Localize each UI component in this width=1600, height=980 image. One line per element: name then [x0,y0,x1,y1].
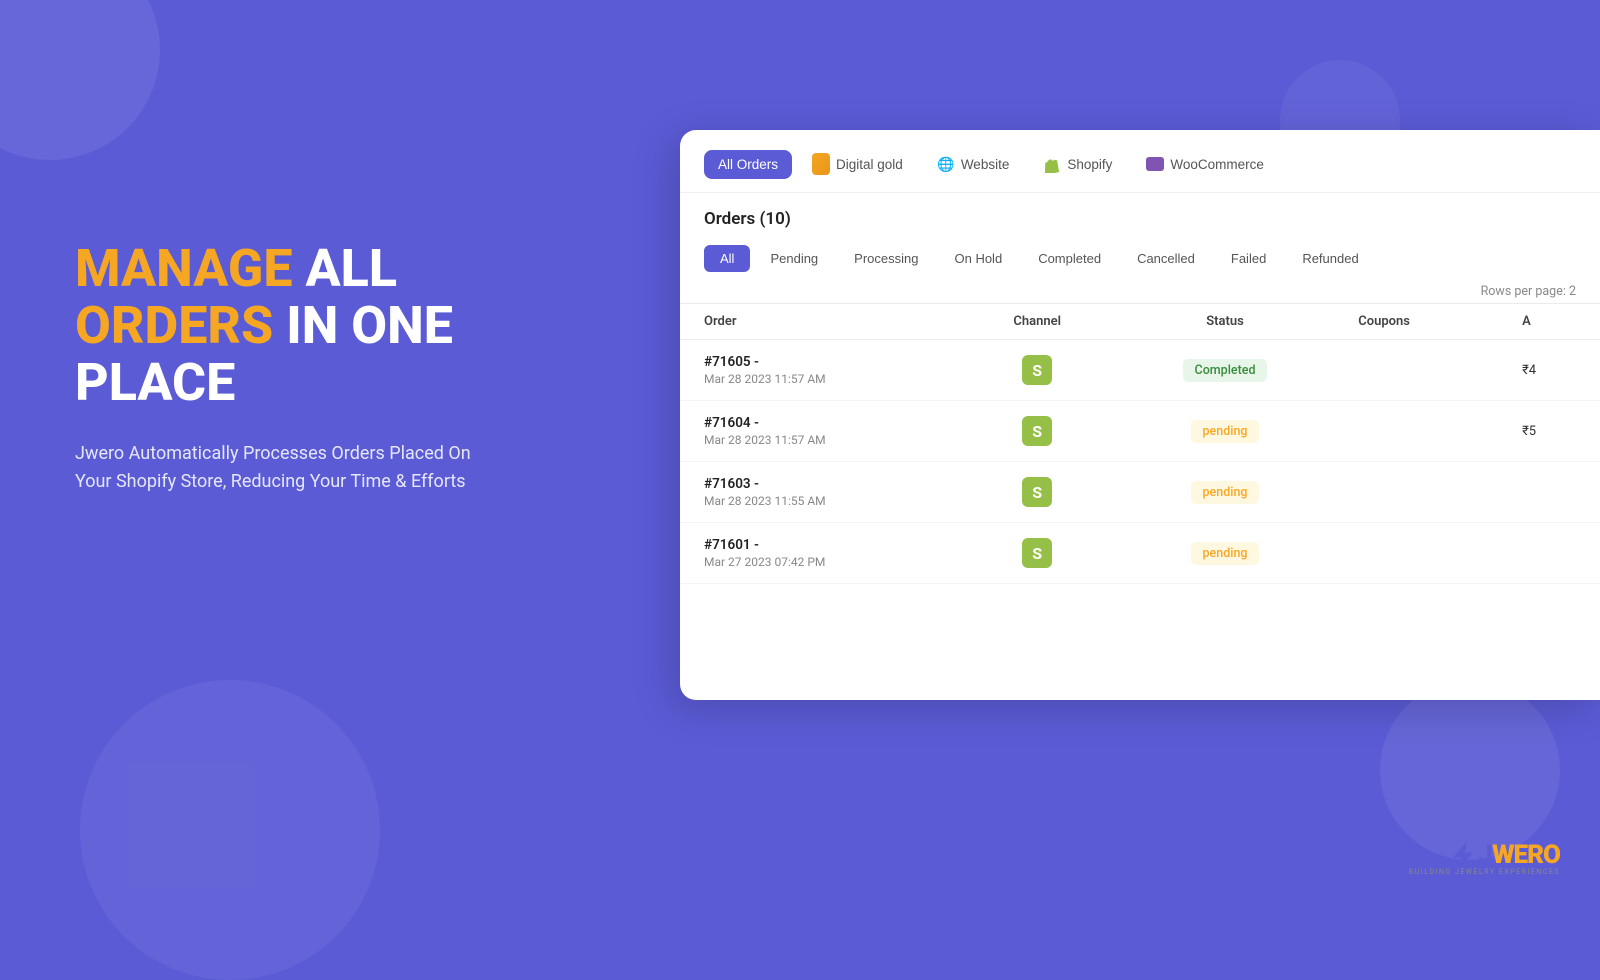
channel-tabs: All Orders Digital gold 🌐 Website Shopif… [680,130,1600,193]
status-tab-processing[interactable]: Processing [838,245,934,272]
status-cell: pending [1116,523,1334,584]
tab-shopify-label: Shopify [1067,157,1112,172]
tab-shopify[interactable]: Shopify [1029,148,1126,180]
coupons-cell [1334,462,1498,523]
table-row[interactable]: #71603 - Mar 28 2023 11:55 AM Spending [680,462,1600,523]
orders-table: Order Channel Status Coupons A #71605 - M… [680,303,1600,584]
channel-cell: S [959,340,1116,401]
rows-per-page: Rows per page: 2 [680,280,1600,303]
amount-cell: ₹4 [1498,340,1600,401]
order-id: #71601 - [704,537,935,553]
shopify-icon: S [1022,477,1052,507]
rows-per-page-label: Rows per page: [1481,284,1566,299]
status-badge: Completed [1183,359,1268,382]
status-tab-all[interactable]: All [704,245,750,272]
orders-panel: All Orders Digital gold 🌐 Website Shopif… [680,130,1600,700]
status-tab-on-hold[interactable]: On Hold [938,245,1018,272]
orders-header: Orders (10) [680,193,1600,237]
hero-section: MANAGE ALL ORDERS IN ONE PLACE Jwero Aut… [75,240,495,497]
status-cell: pending [1116,401,1334,462]
col-order: Order [680,304,959,340]
status-tab-pending[interactable]: Pending [754,245,834,272]
decorative-circle-br [1380,680,1560,860]
status-tabs: All Pending Processing On Hold Completed… [680,237,1600,280]
coupons-cell [1334,523,1498,584]
coupons-cell [1334,340,1498,401]
heading-orders: ORDERS [75,295,273,356]
order-date: Mar 28 2023 11:57 AM [704,372,935,386]
heading-manage: MANAGE [75,238,293,299]
order-cell: #71605 - Mar 28 2023 11:57 AM [680,340,959,401]
shopify-icon: S [1022,355,1052,385]
status-cell: Completed [1116,340,1334,401]
order-id: #71603 - [704,476,935,492]
table-row[interactable]: #71604 - Mar 28 2023 11:57 AM Spending ₹5 [680,401,1600,462]
tab-woocommerce[interactable]: WooCommerce [1132,148,1278,180]
jwero-logo-icon: JWERO BUILDING JEWELRY EXPERIENCES [1409,840,1560,876]
col-status: Status [1116,304,1334,340]
status-tab-cancelled[interactable]: Cancelled [1121,245,1211,272]
shopify-tab-icon [1043,155,1061,173]
status-badge: pending [1191,420,1260,443]
digital-gold-icon [812,155,830,173]
tab-website[interactable]: 🌐 Website [923,148,1024,180]
status-tab-failed[interactable]: Failed [1215,245,1282,272]
heading-all: ALL [293,238,397,299]
order-id: #71605 - [704,354,935,370]
tab-digital-gold[interactable]: Digital gold [798,148,917,180]
coupons-cell [1334,401,1498,462]
woocommerce-icon [1146,155,1164,173]
tab-digital-gold-label: Digital gold [836,157,903,172]
logo-j: J [1478,840,1492,870]
hero-heading: MANAGE ALL ORDERS IN ONE PLACE [75,240,495,412]
col-coupons: Coupons [1334,304,1498,340]
rows-per-page-value: 2 [1569,284,1576,299]
col-channel: Channel [959,304,1116,340]
shopify-icon: S [1022,538,1052,568]
tab-all-orders-label: All Orders [718,157,778,172]
heading-place: PLACE [75,352,235,413]
amount-cell [1498,523,1600,584]
logo-subtext: BUILDING JEWELRY EXPERIENCES [1409,868,1560,876]
jwero-logo: JWERO BUILDING JEWELRY EXPERIENCES [1409,840,1560,876]
tab-woocommerce-label: WooCommerce [1170,157,1264,172]
amount-cell [1498,462,1600,523]
order-date: Mar 27 2023 07:42 PM [704,555,935,569]
order-cell: #71601 - Mar 27 2023 07:42 PM [680,523,959,584]
status-tab-completed[interactable]: Completed [1022,245,1117,272]
hero-subtext: Jwero Automatically Processes Orders Pla… [75,440,495,498]
status-cell: pending [1116,462,1334,523]
table-row[interactable]: #71601 - Mar 27 2023 07:42 PM Spending [680,523,1600,584]
status-tab-refunded[interactable]: Refunded [1286,245,1374,272]
status-badge: pending [1191,542,1260,565]
heading-in-one: IN ONE [273,295,453,356]
jwero-bolt-icon [1452,841,1474,869]
channel-cell: S [959,462,1116,523]
globe-icon: 🌐 [937,155,955,173]
decorative-circle-bl [80,680,380,980]
order-date: Mar 28 2023 11:55 AM [704,494,935,508]
status-badge: pending [1191,481,1260,504]
order-date: Mar 28 2023 11:57 AM [704,433,935,447]
channel-cell: S [959,401,1116,462]
amount-cell: ₹5 [1498,401,1600,462]
col-amount: A [1498,304,1600,340]
orders-title: Orders (10) [704,209,791,229]
order-id: #71604 - [704,415,935,431]
order-cell: #71603 - Mar 28 2023 11:55 AM [680,462,959,523]
order-cell: #71604 - Mar 28 2023 11:57 AM [680,401,959,462]
channel-cell: S [959,523,1116,584]
tab-all-orders[interactable]: All Orders [704,150,792,179]
tab-website-label: Website [961,157,1010,172]
logo-wero: WERO [1492,840,1560,870]
shopify-icon: S [1022,416,1052,446]
table-row[interactable]: #71605 - Mar 28 2023 11:57 AM S Completed ₹4 [680,340,1600,401]
